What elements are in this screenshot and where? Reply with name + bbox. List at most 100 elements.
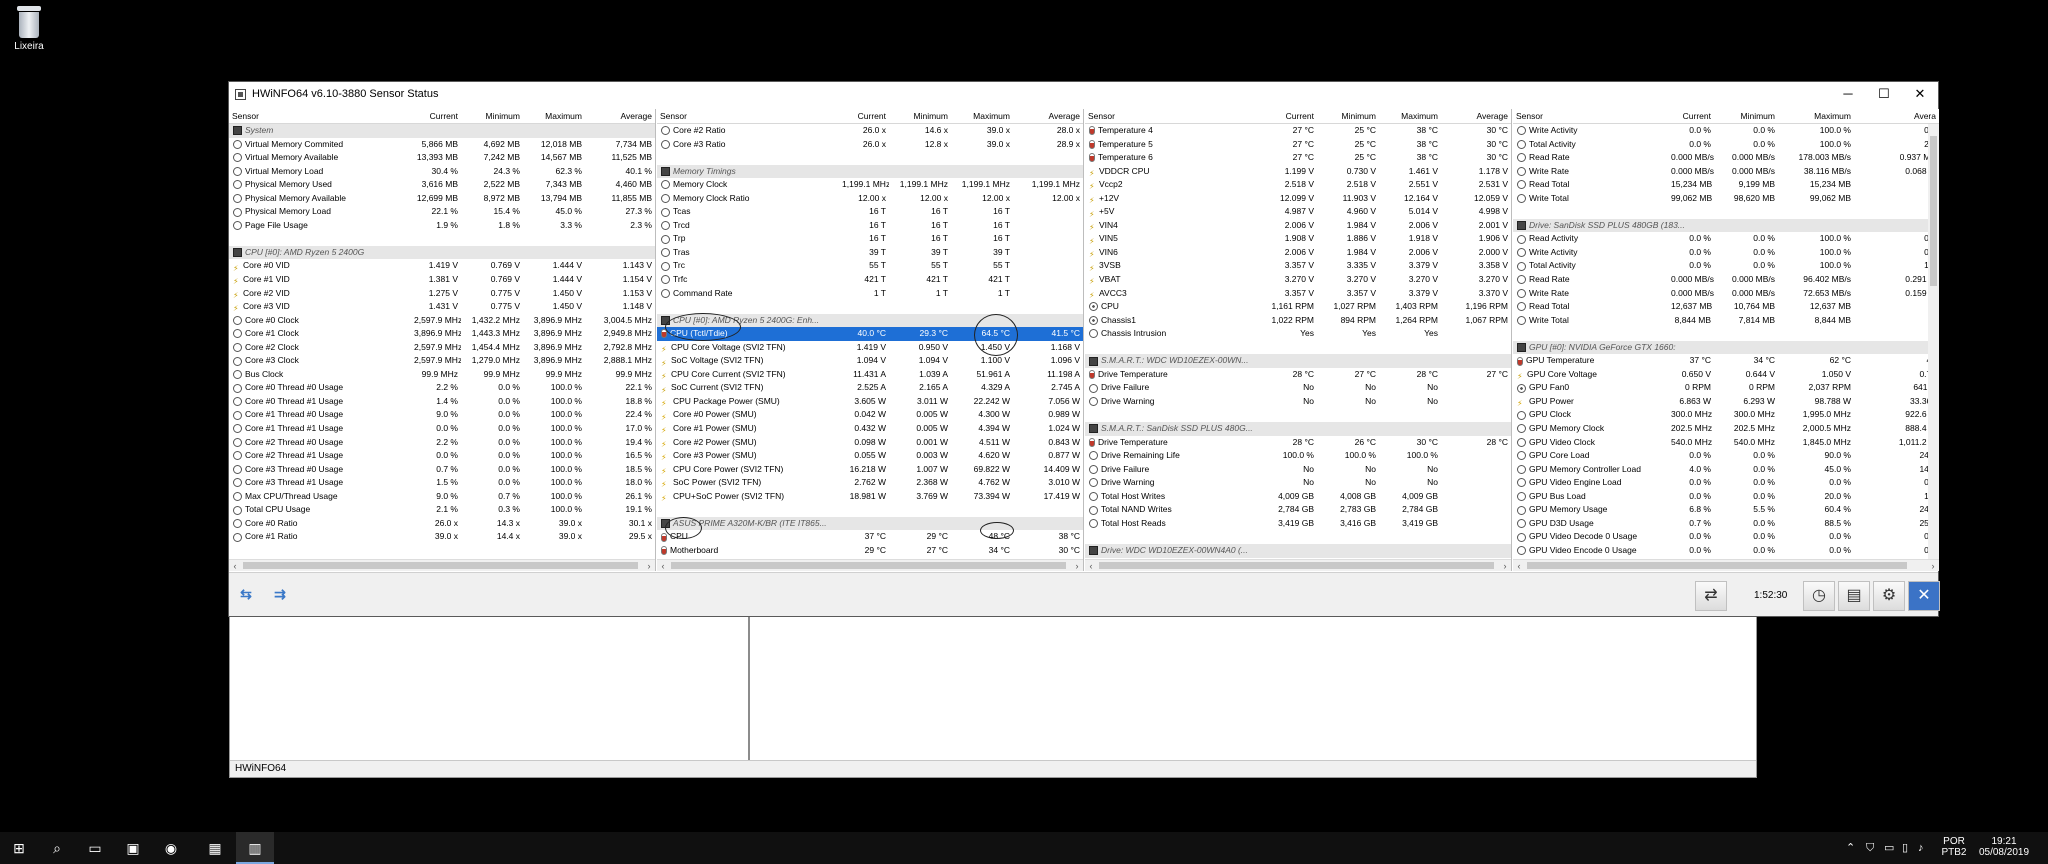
sensor-row[interactable]: Core #1 Thread #1 Usage 0.0 % 0.0 % 100.0 %…: [229, 422, 655, 436]
sensor-row[interactable]: CPU 37 °C 29 °C 48 °C 38 °C: [657, 530, 1083, 544]
scroll-right-icon[interactable]: ›: [1071, 560, 1083, 571]
sensor-row[interactable]: AVCC3 3.357 V 3.357 V 3.379 V 3.370 V: [1085, 287, 1511, 301]
column-header[interactable]: Minimum: [1714, 109, 1778, 123]
scroll-right-icon[interactable]: ›: [1499, 560, 1511, 571]
column-header[interactable]: Minimum: [461, 109, 523, 123]
sensor-row[interactable]: Core #1 Thread #0 Usage 9.0 % 0.0 % 100.0 %…: [229, 408, 655, 422]
sensor-row[interactable]: CPU 1,161 RPM 1,027 RPM 1,403 RPM 1,196 RPM: [1085, 300, 1511, 314]
log-splitter[interactable]: [748, 616, 750, 762]
sensor-row[interactable]: Total Activity 0.0 % 0.0 % 100.0 %1.0: [1513, 259, 1939, 273]
maximize-button[interactable]: ☐: [1866, 82, 1902, 107]
title-bar[interactable]: HWiNFO64 v6.10-3880 Sensor Status ─ ☐ ✕: [229, 82, 1938, 107]
sensor-group-row[interactable]: S.M.A.R.T.: SanDisk SSD PLUS 480G...: [1085, 422, 1511, 436]
sensor-row[interactable]: Motherboard 29 °C 27 °C 34 °C 30 °C: [657, 544, 1083, 558]
column-header[interactable]: Current: [411, 109, 461, 123]
scroll-left-icon[interactable]: ‹: [657, 560, 669, 571]
sensor-row[interactable]: Write Total 8,844 MB 7,814 MB 8,844 MB: [1513, 314, 1939, 328]
tray-shield-icon[interactable]: ⛉: [1866, 832, 1874, 864]
sensor-row[interactable]: Total Activity 0.0 % 0.0 % 100.0 %2.5: [1513, 138, 1939, 152]
sensor-row[interactable]: Core #2 Thread #1 Usage 0.0 % 0.0 % 100.0 %…: [229, 449, 655, 463]
sensor-row[interactable]: Core #2 Ratio 26.0 x 14.6 x 39.0 x 28.0 x: [657, 124, 1083, 138]
nav-back-icon[interactable]: ⇆: [232, 583, 260, 605]
sensor-row[interactable]: Core #1 Ratio 39.0 x 14.4 x 39.0 x 29.5 x: [229, 530, 655, 544]
tray-clock[interactable]: 19:21 05/08/2019: [1972, 836, 2036, 858]
sensor-row[interactable]: Read Total 12,637 MB 10,764 MB 12,637 MB: [1513, 300, 1939, 314]
file-explorer-icon[interactable]: ▭: [76, 832, 114, 864]
sensor-row[interactable]: Memory Clock Ratio 12.00 x 12.00 x 12.00 x 1…: [657, 192, 1083, 206]
nav-forward-icon[interactable]: ⇉: [266, 583, 294, 605]
tray-chevron-icon[interactable]: ⌃: [1846, 832, 1855, 864]
horizontal-scrollbar[interactable]: ‹ ›: [229, 559, 655, 571]
scroll-left-icon[interactable]: ‹: [1085, 560, 1097, 571]
input-language[interactable]: POR PTB2: [1938, 836, 1970, 858]
scroll-thumb[interactable]: [243, 562, 638, 569]
minimize-button[interactable]: ─: [1830, 82, 1866, 107]
sensor-row[interactable]: Read Rate 0.000 MB/s 0.000 MB/s 96.402 MB/s…: [1513, 273, 1939, 287]
scroll-right-icon[interactable]: ›: [643, 560, 655, 571]
sensor-row[interactable]: Total NAND Writes 2,784 GB 2,783 GB 2,784 G…: [1085, 503, 1511, 517]
scroll-left-icon[interactable]: ‹: [229, 560, 241, 571]
sensor-row[interactable]: GPU Power 6.863 W 6.293 W 98.788 W 33.362: [1513, 395, 1939, 409]
scroll-thumb[interactable]: [1099, 562, 1494, 569]
sensor-row[interactable]: GPU Video Encode 0 Usage0.0 %0.0 %0.0 %0…: [1513, 544, 1939, 558]
sensor-row[interactable]: Core #0 Power (SMU) 0.042 W 0.005 W 4.300 W…: [657, 408, 1083, 422]
scroll-thumb[interactable]: [1930, 136, 1937, 286]
log-file-icon[interactable]: ▤: [1838, 581, 1870, 611]
sensor-row[interactable]: GPU Video Decode 0 Usage0.0 %0.0 %0.0 %0…: [1513, 530, 1939, 544]
sensor-row[interactable]: GPU Memory Controller Load 4.0 % 0.0 % 45.0…: [1513, 463, 1939, 477]
search-icon[interactable]: ⌕: [38, 832, 76, 864]
sensor-group-row[interactable]: Drive: WDC WD10EZEX-00WN4A0 (...: [1085, 543, 1511, 558]
sensor-row[interactable]: Drive Temperature 28 °C 26 °C 30 °C 28 °C: [1085, 436, 1511, 450]
sensor-row[interactable]: Write Activity 0.0 % 0.0 % 100.0 %0.4: [1513, 246, 1939, 260]
sensor-row[interactable]: Core #3 Power (SMU) 0.055 W 0.003 W 4.620 W…: [657, 449, 1083, 463]
sensor-row[interactable]: CPU Core Power (SVI2 TFN) 16.218 W 1.007 W…: [657, 463, 1083, 477]
settings-icon[interactable]: ⚙: [1873, 581, 1905, 611]
sensor-group-row[interactable]: S.M.A.R.T.: WDC WD10EZEX-00WN...: [1085, 354, 1511, 368]
sensor-row[interactable]: Core #0 Clock 2,597.9 MHz 1,432.2 MHz 3,896…: [229, 314, 655, 328]
sensor-row[interactable]: Tras 39 T 39 T 39 T: [657, 246, 1083, 260]
column-header[interactable]: Sensor: [229, 109, 411, 123]
sensor-row[interactable]: +12V 12.099 V 11.903 V 12.164 V 12.059 V: [1085, 192, 1511, 206]
store-icon[interactable]: ▣: [114, 832, 152, 864]
sensor-row[interactable]: Drive Remaining Life 100.0 % 100.0 % 100.0 …: [1085, 449, 1511, 463]
column-header[interactable]: Sensor: [657, 109, 839, 123]
hwinfo-taskbar-icon[interactable]: ▥: [236, 832, 274, 864]
sensor-row[interactable]: Core #0 VID 1.419 V 0.769 V 1.444 V 1.143 V: [229, 259, 655, 273]
sensor-row[interactable]: VIN6 2.006 V 1.984 V 2.006 V 2.000 V: [1085, 246, 1511, 260]
scroll-thumb[interactable]: [1527, 562, 1907, 569]
sensor-row[interactable]: Memory Clock 1,199.1 MHz 1,199.1 MHz 1,199.…: [657, 178, 1083, 192]
sensor-row[interactable]: Drive Warning No No No: [1085, 395, 1511, 409]
vertical-scrollbar[interactable]: [1928, 124, 1939, 559]
sensor-row[interactable]: Virtual Memory Available 13,393 MB 7,242 M…: [229, 151, 655, 165]
sensor-row[interactable]: GPU Core Load 0.0 % 0.0 % 90.0 %24.1: [1513, 449, 1939, 463]
horizontal-scrollbar[interactable]: ‹ ›: [657, 559, 1083, 571]
sensor-group-row[interactable]: CPU [#0]: AMD Ryzen 5 2400G: Enh...: [657, 313, 1083, 328]
sensor-group-row[interactable]: CPU [#0]: AMD Ryzen 5 2400G: [229, 245, 655, 260]
network-icon[interactable]: ⇄: [1695, 581, 1727, 611]
sensor-row[interactable]: Core #0 Thread #0 Usage 2.2 % 0.0 % 100.0 %…: [229, 381, 655, 395]
sensor-row[interactable]: GPU Temperature 37 °C 34 °C 62 °C45: [1513, 354, 1939, 368]
scroll-thumb[interactable]: [671, 562, 1066, 569]
sensor-row[interactable]: Drive Warning No No No: [1085, 476, 1511, 490]
column-header[interactable]: Average: [585, 109, 655, 123]
tray-battery-icon[interactable]: ▯: [1902, 832, 1908, 864]
sensor-row[interactable]: Core #0 Thread #1 Usage 1.4 % 0.0 % 100.0 %…: [229, 395, 655, 409]
column-header[interactable]: Avera: [1854, 109, 1939, 123]
browser-icon[interactable]: ◉: [152, 832, 190, 864]
column-header[interactable]: Current: [1668, 109, 1714, 123]
sensor-row[interactable]: Page File Usage 1.9 % 1.8 % 3.3 % 2.3 %: [229, 219, 655, 233]
sensor-row[interactable]: GPU Fan0 0 RPM 0 RPM 2,037 RPM 641 R: [1513, 381, 1939, 395]
sensor-row[interactable]: Write Rate 0.000 MB/s 0.000 MB/s 72.653 MB/…: [1513, 287, 1939, 301]
sensor-row[interactable]: VBAT 3.270 V 3.270 V 3.270 V 3.270 V: [1085, 273, 1511, 287]
clock-icon[interactable]: ◷: [1803, 581, 1835, 611]
sensor-panel-1[interactable]: Sensor Current Minimum Maximum Average System…: [229, 109, 656, 571]
sensor-row[interactable]: CPU Core Current (SVI2 TFN) 11.431 A 1.039…: [657, 368, 1083, 382]
sensor-panel-2[interactable]: Sensor Current Minimum Maximum Average Core #…: [657, 109, 1084, 571]
sensor-row[interactable]: Virtual Memory Commited 5,866 MB 4,692 MB 1…: [229, 138, 655, 152]
sensor-row[interactable]: CPU (Tctl/Tdie) 40.0 °C 29.3 °C 64.5 °C 41.5…: [657, 327, 1083, 341]
sensor-row[interactable]: Core #2 Power (SMU) 0.098 W 0.001 W 4.511 W…: [657, 436, 1083, 450]
sensor-row[interactable]: Drive Temperature 28 °C 27 °C 28 °C 27 °C: [1085, 368, 1511, 382]
sensor-row[interactable]: VDDCR CPU 1.199 V 0.730 V 1.461 V 1.178 V: [1085, 165, 1511, 179]
hwinfo-log-window[interactable]: HWiNFO64: [229, 615, 1757, 778]
sensor-row[interactable]: Write Total 99,062 MB 98,620 MB 99,062 MB: [1513, 192, 1939, 206]
